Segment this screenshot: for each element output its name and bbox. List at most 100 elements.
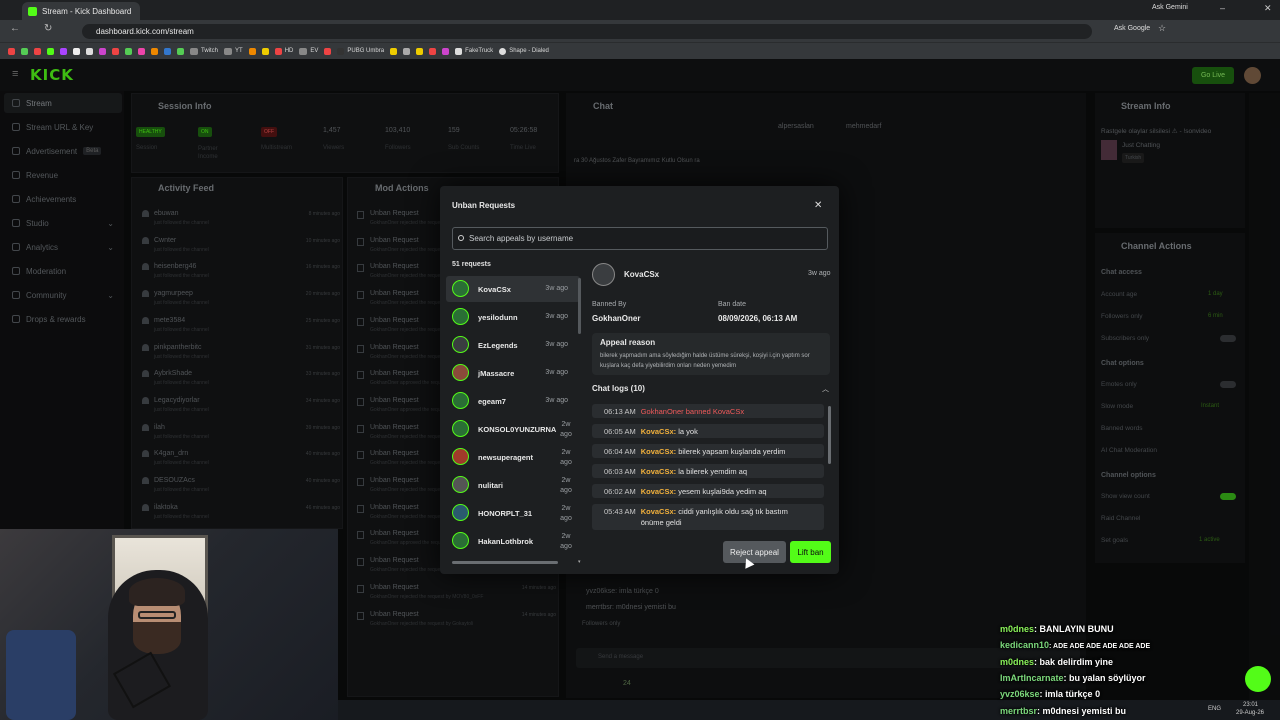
- request-time: 2w ago: [560, 449, 572, 466]
- unban-request-item[interactable]: EzLegends 3w ago: [446, 332, 580, 358]
- bookmark-icon[interactable]: [60, 47, 67, 55]
- lift-ban-button[interactable]: Lift ban: [790, 541, 831, 563]
- close-icon[interactable]: ✕: [814, 200, 822, 211]
- overlay-chat-message: : m0dnesi yemisti bu: [1037, 705, 1127, 716]
- appeal-reason-title: Appeal reason: [600, 338, 656, 347]
- overlay-chat-line: yvz06kse: imla türkçe 0: [1000, 689, 1100, 699]
- bookmark-icon[interactable]: [177, 47, 184, 55]
- bookmark-icon[interactable]: [86, 47, 93, 55]
- log-message: la yok: [676, 426, 698, 436]
- bookmark-icon[interactable]: [390, 47, 398, 55]
- bookmark-icon[interactable]: [429, 47, 437, 55]
- bookmark-icon: [274, 47, 282, 55]
- appeal-reason-text: bilerek yapmadım ama söyledığim halde üs…: [600, 353, 810, 369]
- unban-request-item[interactable]: KONSOL0YUNZURNA 2w ago: [446, 416, 580, 442]
- search-input[interactable]: Search appeals by username: [452, 227, 828, 250]
- url-field[interactable]: dashboard.kick.com/stream: [82, 24, 1092, 39]
- bookmark-icon[interactable]: [99, 47, 106, 55]
- log-user: GokhanOner banned KovaCSx: [640, 406, 745, 416]
- avatar: [452, 392, 469, 409]
- webcam-glasses: [138, 611, 176, 619]
- chevron-up-icon[interactable]: ︿: [822, 384, 829, 394]
- bookmark-icon[interactable]: [403, 47, 411, 55]
- overlay-chat-message: : bak delirdim yine: [1034, 656, 1114, 667]
- unban-request-item[interactable]: yesilodunn 3w ago: [446, 304, 580, 330]
- log-user: KovaCSx:: [640, 486, 677, 496]
- back-icon[interactable]: ←: [10, 23, 20, 34]
- language-indicator[interactable]: ENG: [1208, 706, 1221, 712]
- clock-date[interactable]: 29-Aug-26: [1236, 710, 1264, 716]
- overlay-chat-user: ImArtIncarnate: [1000, 672, 1064, 683]
- log-time: 06:05 AM: [604, 426, 636, 436]
- bookmark-star-icon[interactable]: ☆: [1158, 23, 1166, 34]
- clock-time[interactable]: 23:01: [1243, 702, 1258, 708]
- bookmark-icon[interactable]: [21, 47, 28, 55]
- unban-request-item[interactable]: KovaCSx 3w ago: [446, 276, 580, 302]
- overlay-chat-message: : ADE ADE ADE ADE ADE ADE: [1049, 643, 1151, 651]
- bookmark-icon[interactable]: [34, 47, 41, 55]
- overlay-chat-line: m0dnes: BANLAYIN BUNU: [1000, 624, 1114, 634]
- avatar: [452, 336, 469, 353]
- bookmark-icon[interactable]: [138, 47, 145, 55]
- bookmark-icon[interactable]: [416, 47, 424, 55]
- avatar: [452, 420, 469, 437]
- browser-tab[interactable]: Stream - Kick Dashboard: [22, 2, 140, 20]
- request-time: 3w ago: [545, 341, 568, 348]
- bookmark-icon[interactable]: [324, 47, 332, 55]
- bookmark-icon[interactable]: [151, 47, 158, 55]
- log-time: 06:03 AM: [604, 466, 636, 476]
- log-user: KovaCSx:: [640, 466, 677, 476]
- bookmark-icon[interactable]: [261, 47, 269, 55]
- bookmark-icon[interactable]: [125, 47, 132, 55]
- logs-scrollbar[interactable]: [828, 406, 831, 464]
- list-scrollbar[interactable]: [578, 278, 581, 334]
- bookmark-label: HD: [284, 48, 294, 54]
- overlay-chat-user: merrtbsr: [1000, 705, 1038, 716]
- bookmark-icon[interactable]: [248, 47, 256, 55]
- horizontal-scrollbar[interactable]: [452, 561, 558, 564]
- bookmark-shape[interactable]: Shape - Dialed: [499, 47, 549, 55]
- request-username: KovaCSx: [478, 285, 511, 294]
- chat-log-entry: 06:03 AM KovaCSx: la bilerek yemdim aq: [592, 464, 824, 478]
- unban-request-item[interactable]: HONORPLT_31 2w ago: [446, 500, 580, 526]
- bookmark-icon[interactable]: [164, 47, 171, 55]
- bookmark-label: PUBG Umbra: [347, 48, 385, 54]
- bookmark-hd[interactable]: HD: [274, 47, 294, 55]
- scroll-down-icon[interactable]: ▾: [578, 559, 581, 565]
- ask-google-button[interactable]: Ask Google: [1114, 25, 1150, 32]
- banned-by-label: Banned By: [592, 301, 627, 308]
- bookmark-icon[interactable]: [112, 47, 119, 55]
- request-time: 2w ago: [560, 477, 572, 494]
- bookmark-folder-yt[interactable]: YT: [224, 47, 243, 55]
- request-time: 2w ago: [560, 533, 572, 550]
- overlay-chat-user: yvz06kse: [1000, 689, 1040, 700]
- unban-request-item[interactable]: jMassacre 3w ago: [446, 360, 580, 386]
- bookmark-icon[interactable]: [8, 47, 15, 55]
- close-window-icon[interactable]: ✕: [1264, 3, 1272, 14]
- ask-gemini-button[interactable]: Ask Gemini: [1152, 4, 1188, 11]
- log-text: KovaCSx: yesem kuşlai9da yedim aq: [641, 487, 767, 496]
- unban-request-item[interactable]: HakanLothbrok 2w ago: [446, 528, 580, 554]
- overlay-chat-user: m0dnes: [1000, 624, 1035, 634]
- bookmark-pubg[interactable]: PUBG Umbra: [337, 47, 385, 55]
- bookmark-folder-twitch[interactable]: Twitch: [190, 47, 218, 55]
- chat-toggle-button[interactable]: [1245, 666, 1271, 692]
- request-username: newsuperagent: [478, 453, 534, 462]
- chat-logs-title[interactable]: Chat logs (10): [592, 384, 645, 393]
- minimize-icon[interactable]: –: [1220, 3, 1225, 13]
- overlay-chat-user: kedicann10: [1000, 640, 1050, 651]
- reload-icon[interactable]: ↻: [44, 23, 52, 34]
- bookmark-icon[interactable]: [47, 47, 54, 55]
- kick-favicon-icon: [28, 6, 37, 16]
- bookmark-folder-ev[interactable]: EV: [299, 47, 318, 55]
- bookmark-faketruck[interactable]: FakeTruck: [455, 47, 493, 55]
- modal-title: Unban Requests: [452, 201, 516, 210]
- bookmark-icon[interactable]: [73, 47, 80, 55]
- bookmark-icon[interactable]: [442, 47, 450, 55]
- unban-request-item[interactable]: nulitari 2w ago: [446, 472, 580, 498]
- ban-date-label: Ban date: [718, 301, 747, 308]
- unban-request-item[interactable]: egeam7 3w ago: [446, 388, 580, 414]
- log-time: 05:43 AM: [604, 507, 636, 516]
- unban-request-item[interactable]: newsuperagent 2w ago: [446, 444, 580, 470]
- reject-appeal-button[interactable]: Reject appeal: [723, 541, 786, 563]
